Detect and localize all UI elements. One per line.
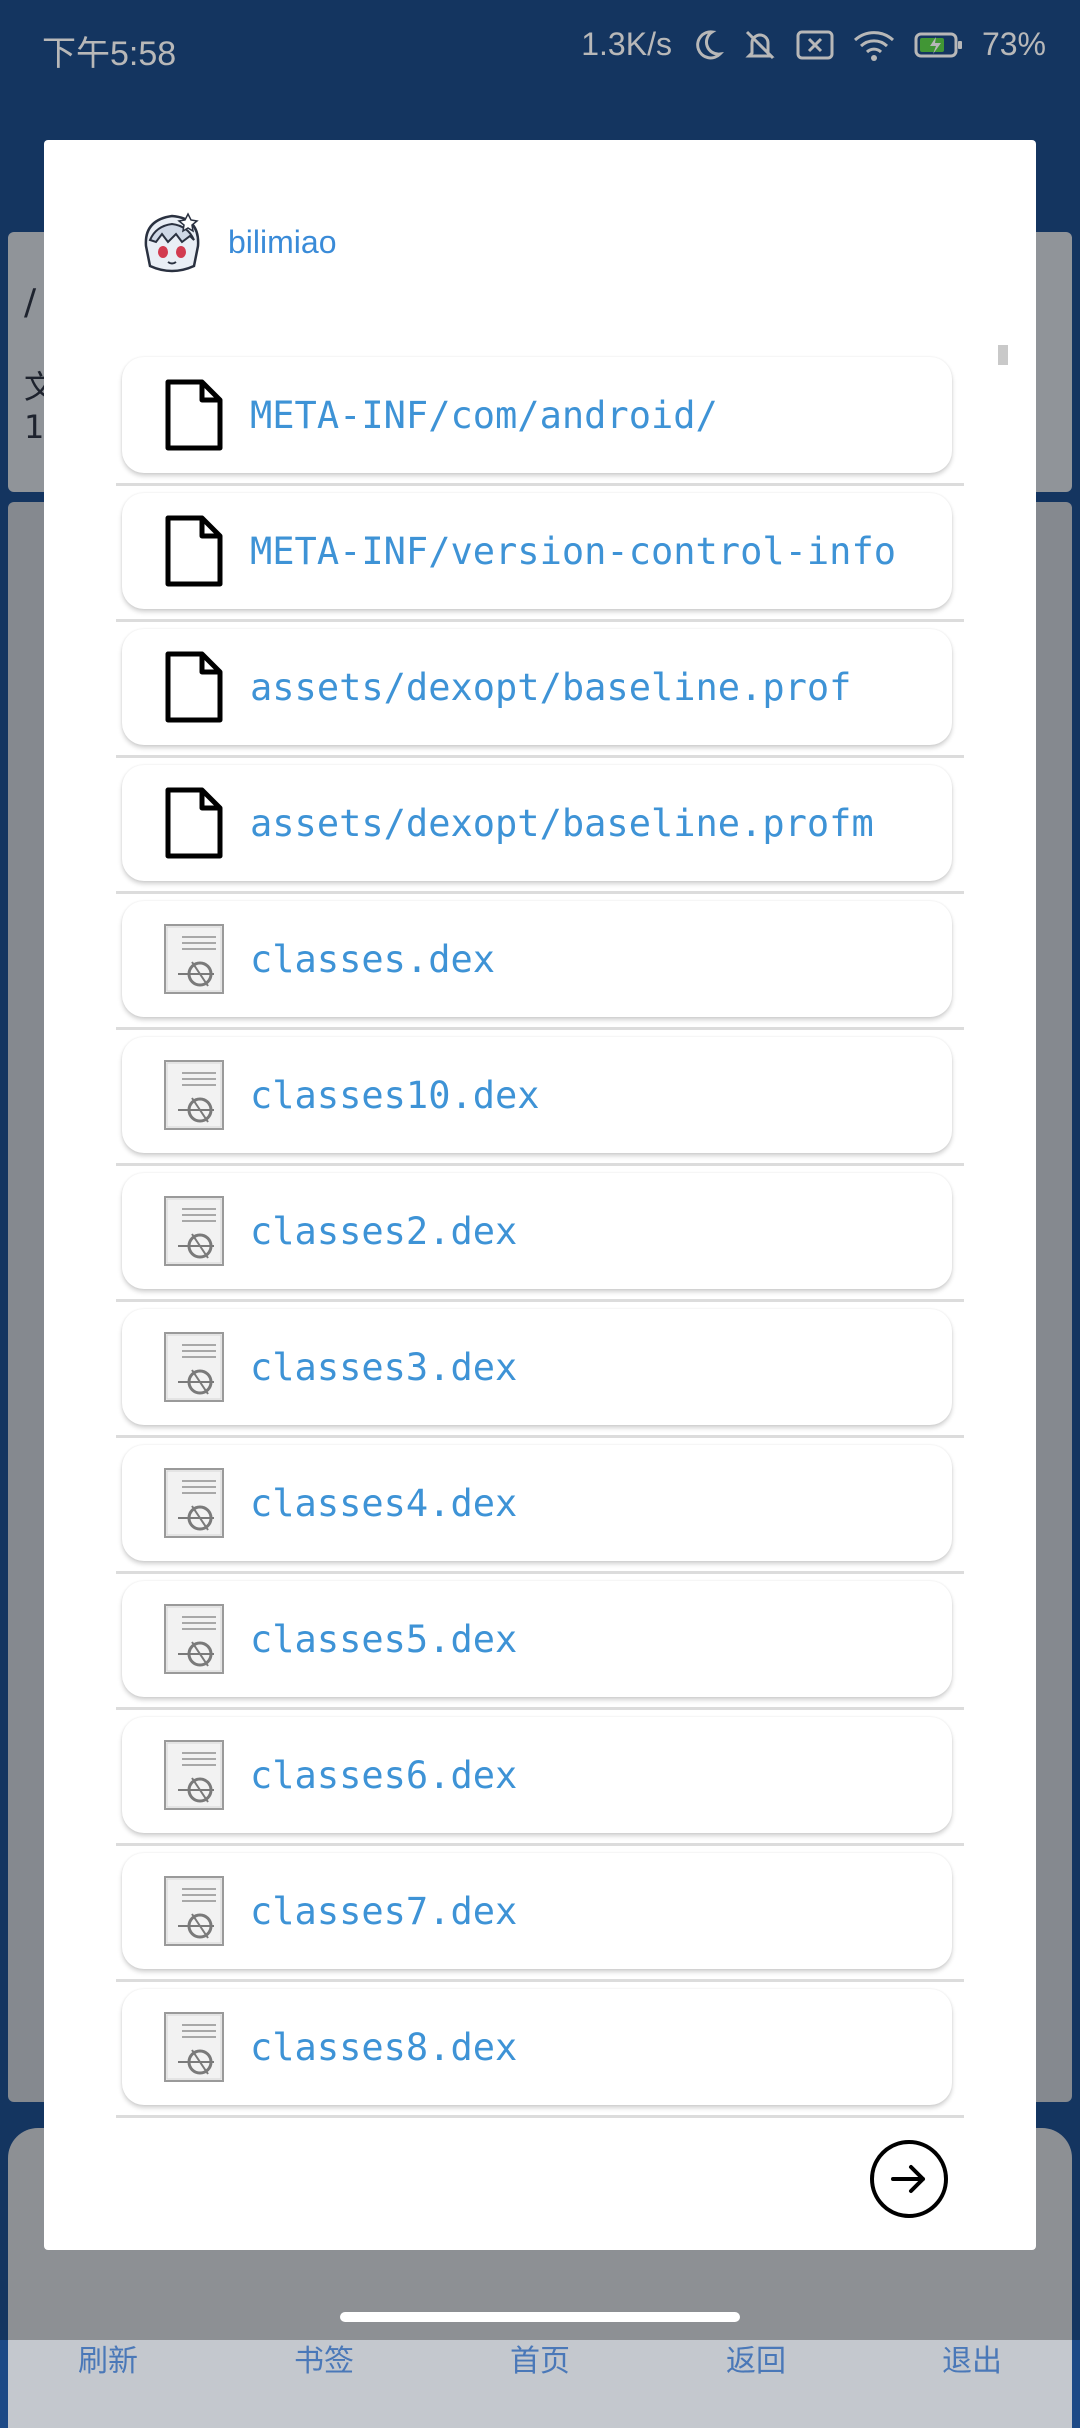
archive-entry-card[interactable]: classes2.dex: [122, 1173, 952, 1289]
app-name: bilimiao: [228, 223, 337, 260]
background-nav-labels: 刷新 书签 首页 返回 退出: [0, 2336, 1080, 2380]
nav-bookmarks[interactable]: 书签: [294, 2336, 354, 2380]
entry-name: classes10.dex: [250, 1073, 540, 1117]
entry-name: META-INF/version-control-info: [250, 529, 897, 573]
entry-name: classes7.dex: [250, 1889, 518, 1933]
file-icon: [162, 650, 226, 724]
row-divider: [116, 755, 964, 758]
entry-name: classes6.dex: [250, 1753, 518, 1797]
dex-icon: [162, 1738, 226, 1812]
archive-entry-card[interactable]: META-INF/com/android/: [122, 357, 952, 473]
scrollbar[interactable]: [998, 345, 1008, 365]
archive-entry-card[interactable]: assets/dexopt/baseline.profm: [122, 765, 952, 881]
nav-back[interactable]: 返回: [726, 2336, 786, 2380]
entry-name: classes8.dex: [250, 2025, 518, 2069]
list-item[interactable]: assets/dexopt/baseline.profm: [116, 765, 964, 901]
file-icon: [162, 786, 226, 860]
archive-entry-card[interactable]: classes10.dex: [122, 1037, 952, 1153]
entry-name: assets/dexopt/baseline.profm: [250, 801, 874, 845]
entry-name: classes.dex: [250, 937, 496, 981]
nav-refresh[interactable]: 刷新: [78, 2336, 138, 2380]
dex-icon: [162, 1330, 226, 1404]
dex-icon: [162, 1602, 226, 1676]
entry-name: classes3.dex: [250, 1345, 518, 1389]
row-divider: [116, 1979, 964, 1982]
arrow-right-circle-icon[interactable]: [870, 2140, 948, 2218]
entry-name: classes2.dex: [250, 1209, 518, 1253]
row-divider: [116, 1707, 964, 1710]
list-item[interactable]: classes2.dex: [116, 1173, 964, 1309]
list-item[interactable]: classes7.dex: [116, 1853, 964, 1989]
row-divider: [116, 619, 964, 622]
row-divider: [116, 1163, 964, 1166]
archive-entry-card[interactable]: classes5.dex: [122, 1581, 952, 1697]
row-divider: [116, 483, 964, 486]
archive-entry-card[interactable]: classes.dex: [122, 901, 952, 1017]
entry-name: classes5.dex: [250, 1617, 518, 1661]
dex-icon: [162, 1194, 226, 1268]
dex-icon: [162, 1874, 226, 1948]
archive-entry-card[interactable]: classes8.dex: [122, 1989, 952, 2105]
dex-icon: [162, 1466, 226, 1540]
archive-entry-card[interactable]: classes3.dex: [122, 1309, 952, 1425]
list-item[interactable]: assets/dexopt/baseline.prof: [116, 629, 964, 765]
file-icon: [162, 378, 226, 452]
archive-dialog: bilimiao META-INF/com/android/META-INF/v…: [44, 140, 1036, 2250]
row-divider: [116, 1299, 964, 1302]
list-item[interactable]: classes5.dex: [116, 1581, 964, 1717]
list-item[interactable]: classes.dex: [116, 901, 964, 1037]
dex-icon: [162, 1058, 226, 1132]
row-divider: [116, 1843, 964, 1846]
list-item[interactable]: META-INF/com/android/: [116, 357, 964, 493]
dex-icon: [162, 922, 226, 996]
row-divider: [116, 1435, 964, 1438]
list-item[interactable]: classes3.dex: [116, 1309, 964, 1445]
row-divider: [116, 1571, 964, 1574]
list-item[interactable]: classes10.dex: [116, 1037, 964, 1173]
list-item[interactable]: classes8.dex: [116, 1989, 964, 2125]
archive-entry-card[interactable]: classes6.dex: [122, 1717, 952, 1833]
archive-entry-list[interactable]: META-INF/com/android/META-INF/version-co…: [116, 345, 1008, 2190]
entry-name: classes4.dex: [250, 1481, 518, 1525]
row-divider: [116, 891, 964, 894]
nav-exit[interactable]: 退出: [942, 2336, 1002, 2380]
entry-name: META-INF/com/android/: [250, 393, 718, 437]
row-divider: [116, 1027, 964, 1030]
archive-entry-card[interactable]: META-INF/version-control-info: [122, 493, 952, 609]
entry-name: assets/dexopt/baseline.prof: [250, 665, 852, 709]
list-item[interactable]: META-INF/version-control-info: [116, 493, 964, 629]
row-divider: [116, 2115, 964, 2118]
list-item[interactable]: classes4.dex: [116, 1445, 964, 1581]
file-icon: [162, 514, 226, 588]
gesture-bar[interactable]: [340, 2312, 740, 2322]
archive-entry-card[interactable]: classes4.dex: [122, 1445, 952, 1561]
dex-icon: [162, 2010, 226, 2084]
app-avatar-icon: [136, 206, 208, 278]
dialog-header: bilimiao: [136, 202, 336, 282]
nav-home[interactable]: 首页: [510, 2336, 570, 2380]
archive-entry-card[interactable]: assets/dexopt/baseline.prof: [122, 629, 952, 745]
archive-entry-card[interactable]: classes7.dex: [122, 1853, 952, 1969]
list-item[interactable]: classes6.dex: [116, 1717, 964, 1853]
